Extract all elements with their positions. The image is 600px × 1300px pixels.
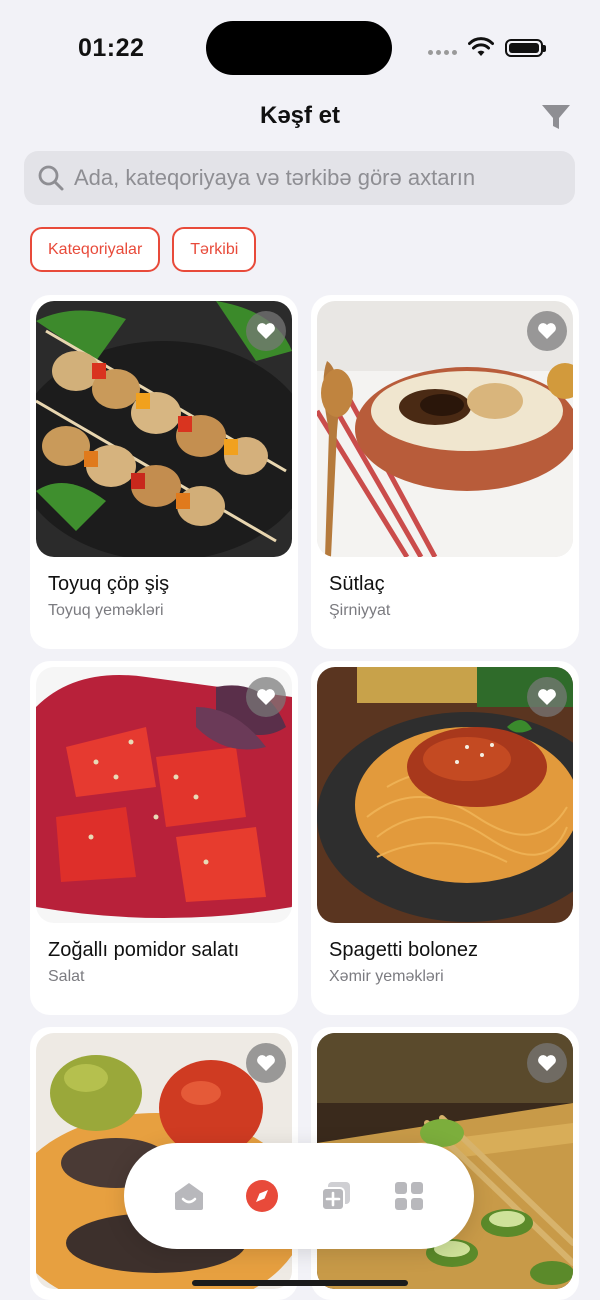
- nav-home[interactable]: [169, 1176, 209, 1216]
- heart-icon: [538, 689, 556, 705]
- recipe-card[interactable]: Toyuq çöp şiş Toyuq yeməkləri: [30, 295, 298, 649]
- heart-icon: [257, 1055, 275, 1071]
- recipe-card[interactable]: Spagetti bolonez Xəmir yeməkləri: [311, 661, 579, 1015]
- nav-discover[interactable]: [242, 1176, 282, 1216]
- grid-icon: [395, 1182, 424, 1210]
- recipe-category: Şirniyyat: [329, 602, 391, 619]
- recipe-category: Salat: [48, 968, 85, 985]
- cellular-signal-icon: [428, 50, 457, 55]
- chip-ingredients[interactable]: Tərkibi: [172, 227, 257, 272]
- bottom-nav: [124, 1143, 474, 1249]
- page-title: Kəşf et: [259, 102, 341, 129]
- favorite-button[interactable]: [246, 677, 286, 717]
- favorite-button[interactable]: [527, 311, 567, 351]
- home-icon: [174, 1183, 203, 1210]
- add-collection-icon: [320, 1182, 350, 1211]
- filter-funnel-icon[interactable]: [539, 100, 573, 134]
- nav-grid[interactable]: [389, 1176, 429, 1216]
- search-input[interactable]: Ada, kateqoriyaya və tərkibə görə axtarı…: [24, 151, 575, 205]
- dynamic-island: [206, 21, 392, 75]
- recipe-title: Sütlaç: [329, 573, 385, 595]
- favorite-button[interactable]: [246, 311, 286, 351]
- heart-icon: [257, 323, 275, 339]
- recipe-card[interactable]: Zoğallı pomidor salatı Salat: [30, 661, 298, 1015]
- recipe-title: Spagetti bolonez: [329, 939, 479, 961]
- search-placeholder: Ada, kateqoriyaya və tərkibə görə axtarı…: [74, 165, 476, 190]
- search-icon: [38, 165, 64, 191]
- recipe-title: Toyuq çöp şiş: [48, 573, 170, 595]
- recipe-category: Toyuq yeməkləri: [48, 602, 164, 619]
- compass-icon: [246, 1180, 279, 1212]
- recipe-category: Xəmir yeməkləri: [329, 968, 444, 985]
- status-bar: 01:22: [0, 0, 600, 96]
- recipe-title: Zoğallı pomidor salatı: [48, 939, 240, 961]
- chip-categories[interactable]: Kateqoriyalar: [30, 227, 161, 272]
- heart-icon: [257, 689, 275, 705]
- heart-icon: [538, 1055, 556, 1071]
- favorite-button[interactable]: [527, 677, 567, 717]
- home-indicator: [192, 1280, 408, 1286]
- favorite-button[interactable]: [246, 1043, 286, 1083]
- favorite-button[interactable]: [527, 1043, 567, 1083]
- status-time: 01:22: [78, 34, 145, 62]
- recipe-card[interactable]: Sütlaç Şirniyyat: [311, 295, 579, 649]
- wifi-icon: [468, 37, 494, 56]
- heart-icon: [538, 323, 556, 339]
- nav-add-collection[interactable]: [316, 1176, 356, 1216]
- battery-icon: [505, 39, 546, 57]
- filter-chips: Kateqoriyalar Tərkibi: [30, 227, 257, 272]
